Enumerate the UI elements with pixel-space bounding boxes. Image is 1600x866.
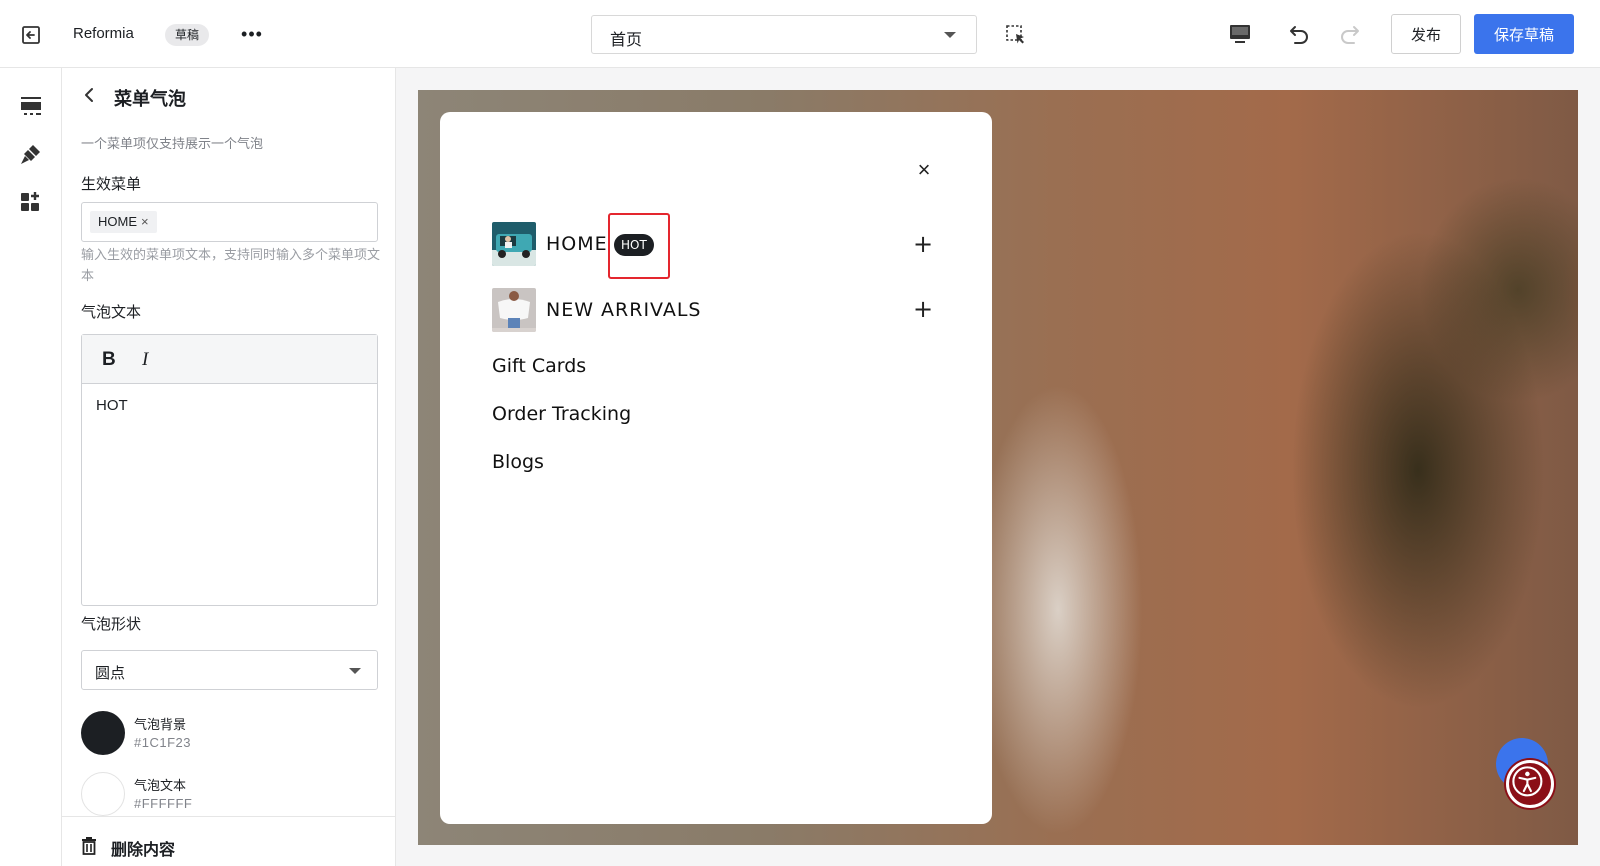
bubble-bg-label: 气泡背景: [134, 717, 187, 732]
menu-thumb-home: [492, 222, 536, 266]
chevron-down-icon: [349, 668, 361, 674]
bubble-shape-select[interactable]: 圆点: [81, 650, 378, 690]
desktop-icon[interactable]: [1228, 23, 1252, 45]
close-icon[interactable]: ×: [910, 156, 938, 184]
highlight-box: [608, 213, 670, 279]
italic-icon[interactable]: I: [142, 349, 148, 371]
delete-content-button[interactable]: 删除内容: [62, 816, 395, 866]
panel-hint: 一个菜单项仅支持展示一个气泡: [81, 136, 264, 151]
bubble-text-color-swatch[interactable]: [81, 772, 125, 816]
tag-remove-icon[interactable]: ×: [141, 211, 149, 233]
menu-link-order-tracking[interactable]: Order Tracking: [492, 403, 631, 425]
store-preview: × HOME HOT + NEW ARRIVALS + Gift Cards O…: [418, 90, 1578, 845]
apps-icon[interactable]: [19, 190, 43, 214]
bubble-text-input[interactable]: HOT: [96, 397, 128, 414]
menu-tag-label: HOME: [98, 214, 137, 229]
trash-icon: [82, 837, 96, 855]
exit-icon[interactable]: [20, 24, 42, 46]
expand-new-arrivals-icon[interactable]: +: [910, 296, 936, 322]
top-bar: Reformia 草稿 ••• 首页 发布 保存草稿: [0, 0, 1600, 68]
bubble-shape-value: 圆点: [95, 665, 126, 682]
menu-thumb-new-arrivals: [492, 288, 536, 332]
menu-tag: HOME ×: [90, 211, 157, 233]
bubble-text-editor: B I HOT: [81, 334, 378, 606]
sections-icon[interactable]: [19, 94, 43, 118]
effective-menu-input[interactable]: HOME ×: [81, 202, 378, 242]
page-select-value: 首页: [610, 32, 643, 49]
editor-toolbar: B I: [82, 335, 377, 384]
bubble-bg-swatch[interactable]: [81, 711, 125, 755]
chevron-left-icon[interactable]: [81, 86, 99, 104]
publish-button[interactable]: 发布: [1391, 14, 1461, 54]
effective-menu-hint: 输入生效的菜单项文本，支持同时输入多个菜单项文本: [81, 247, 381, 283]
menu-link-blogs[interactable]: Blogs: [492, 451, 544, 473]
bubble-shape-label: 气泡形状: [81, 616, 142, 633]
preview-canvas: × HOME HOT + NEW ARRIVALS + Gift Cards O…: [396, 68, 1600, 866]
menu-link-gift-cards[interactable]: Gift Cards: [492, 355, 586, 377]
bubble-text-label: 气泡文本: [81, 304, 142, 321]
save-draft-button[interactable]: 保存草稿: [1474, 14, 1574, 54]
status-badge: 草稿: [165, 24, 210, 46]
bubble-bg-hex: #1C1F23: [134, 735, 191, 750]
icon-rail: [0, 68, 62, 866]
effective-menu-label: 生效菜单: [81, 176, 142, 193]
select-element-icon[interactable]: [1005, 24, 1027, 46]
bubble-text-color-label: 气泡文本: [134, 778, 187, 793]
chevron-down-icon: [944, 32, 956, 38]
accessibility-icon[interactable]: [1506, 760, 1554, 808]
bold-icon[interactable]: B: [102, 349, 116, 371]
store-name: Reformia: [73, 25, 134, 42]
settings-panel: 菜单气泡 一个菜单项仅支持展示一个气泡 生效菜单 HOME × 输入生效的菜单项文…: [62, 68, 396, 866]
panel-title: 菜单气泡: [114, 89, 186, 109]
bubble-text-color-hex: #FFFFFF: [134, 796, 193, 811]
menu-item-new-arrivals[interactable]: NEW ARRIVALS: [546, 299, 701, 321]
mobile-menu-drawer: × HOME HOT + NEW ARRIVALS + Gift Cards O…: [440, 112, 992, 824]
redo-icon[interactable]: [1338, 22, 1364, 46]
more-menu-icon[interactable]: •••: [238, 22, 266, 46]
brush-icon[interactable]: [19, 142, 43, 166]
expand-home-icon[interactable]: +: [910, 231, 936, 257]
undo-icon[interactable]: [1285, 22, 1311, 46]
delete-label: 删除内容: [111, 842, 176, 859]
menu-item-home[interactable]: HOME: [546, 233, 608, 255]
page-select[interactable]: 首页: [591, 15, 977, 54]
